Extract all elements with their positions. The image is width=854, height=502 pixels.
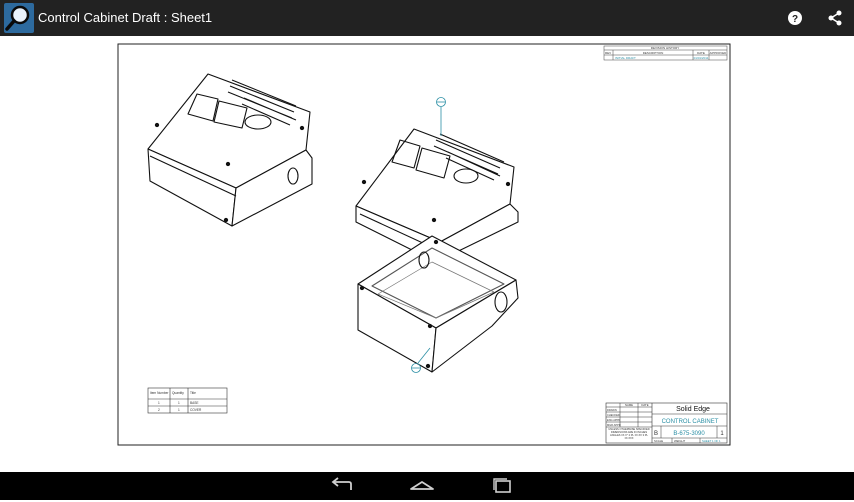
title-block-checked-label: CHECKED xyxy=(607,413,620,417)
magnifier-app-icon[interactable] xyxy=(4,3,34,33)
revision-history-title: REVISION HISTORY xyxy=(651,46,679,50)
weight-label: WEIGHT xyxy=(674,439,685,443)
parts-row-2-title: COVER xyxy=(190,408,202,412)
approved-header: APPROVED xyxy=(710,51,728,55)
drawing-number: B-675-3090 xyxy=(673,431,705,437)
title-block-drawn-label: DRAWN xyxy=(607,408,617,412)
svg-text:?: ? xyxy=(792,14,798,25)
system-navigation-bar xyxy=(0,472,854,500)
revision-date: 01/01/2011 xyxy=(694,56,709,60)
description-header: DESCRIPTION xyxy=(643,51,664,55)
parts-row-1-title: BASE xyxy=(190,401,199,405)
tolerance-note: UNLESS OTHERWISE SPECIFIED DIMENSIONS AR… xyxy=(608,428,650,440)
rev-header: REV xyxy=(605,51,611,55)
title-block-date-label: DATE xyxy=(641,403,648,407)
app-title: Control Cabinet Draft : Sheet1 xyxy=(38,10,213,25)
parts-header-quantity: Quantity xyxy=(172,391,184,395)
sheet-size: B xyxy=(654,431,658,437)
parts-row-1-qty: 1 xyxy=(178,401,180,405)
parts-row-2-qty: 1 xyxy=(178,408,180,412)
parts-row-2-item: 2 xyxy=(158,408,160,412)
drawing-title: CONTROL CABINET xyxy=(662,419,719,425)
action-bar: Control Cabinet Draft : Sheet1 ? xyxy=(0,0,854,36)
product-name: Solid Edge xyxy=(676,406,710,413)
parts-header-item: Item Number xyxy=(150,391,169,395)
recent-apps-icon[interactable] xyxy=(487,475,517,497)
home-icon[interactable] xyxy=(407,475,437,497)
revision-description: INITIAL DRAFT xyxy=(615,56,636,60)
help-icon[interactable]: ? xyxy=(784,7,806,29)
drawing-viewer[interactable]: REVISION HISTORY REV DESCRIPTION DATE AP… xyxy=(0,36,854,472)
parts-header-title: Title xyxy=(190,391,196,395)
parts-row-1-item: 1 xyxy=(158,401,160,405)
date-header: DATE xyxy=(697,51,705,55)
sheet-label: SHEET 1 OF 1 xyxy=(702,439,721,443)
title-block-eng-appr-label: ENG APPR xyxy=(607,418,620,422)
share-icon[interactable] xyxy=(824,7,846,29)
title-block-name-label: NAME xyxy=(625,403,633,407)
title-block-mgr-appr-label: MGR APPR xyxy=(607,423,621,427)
scale-label: SCALE xyxy=(654,439,663,443)
back-arrow-icon[interactable] xyxy=(327,475,357,497)
